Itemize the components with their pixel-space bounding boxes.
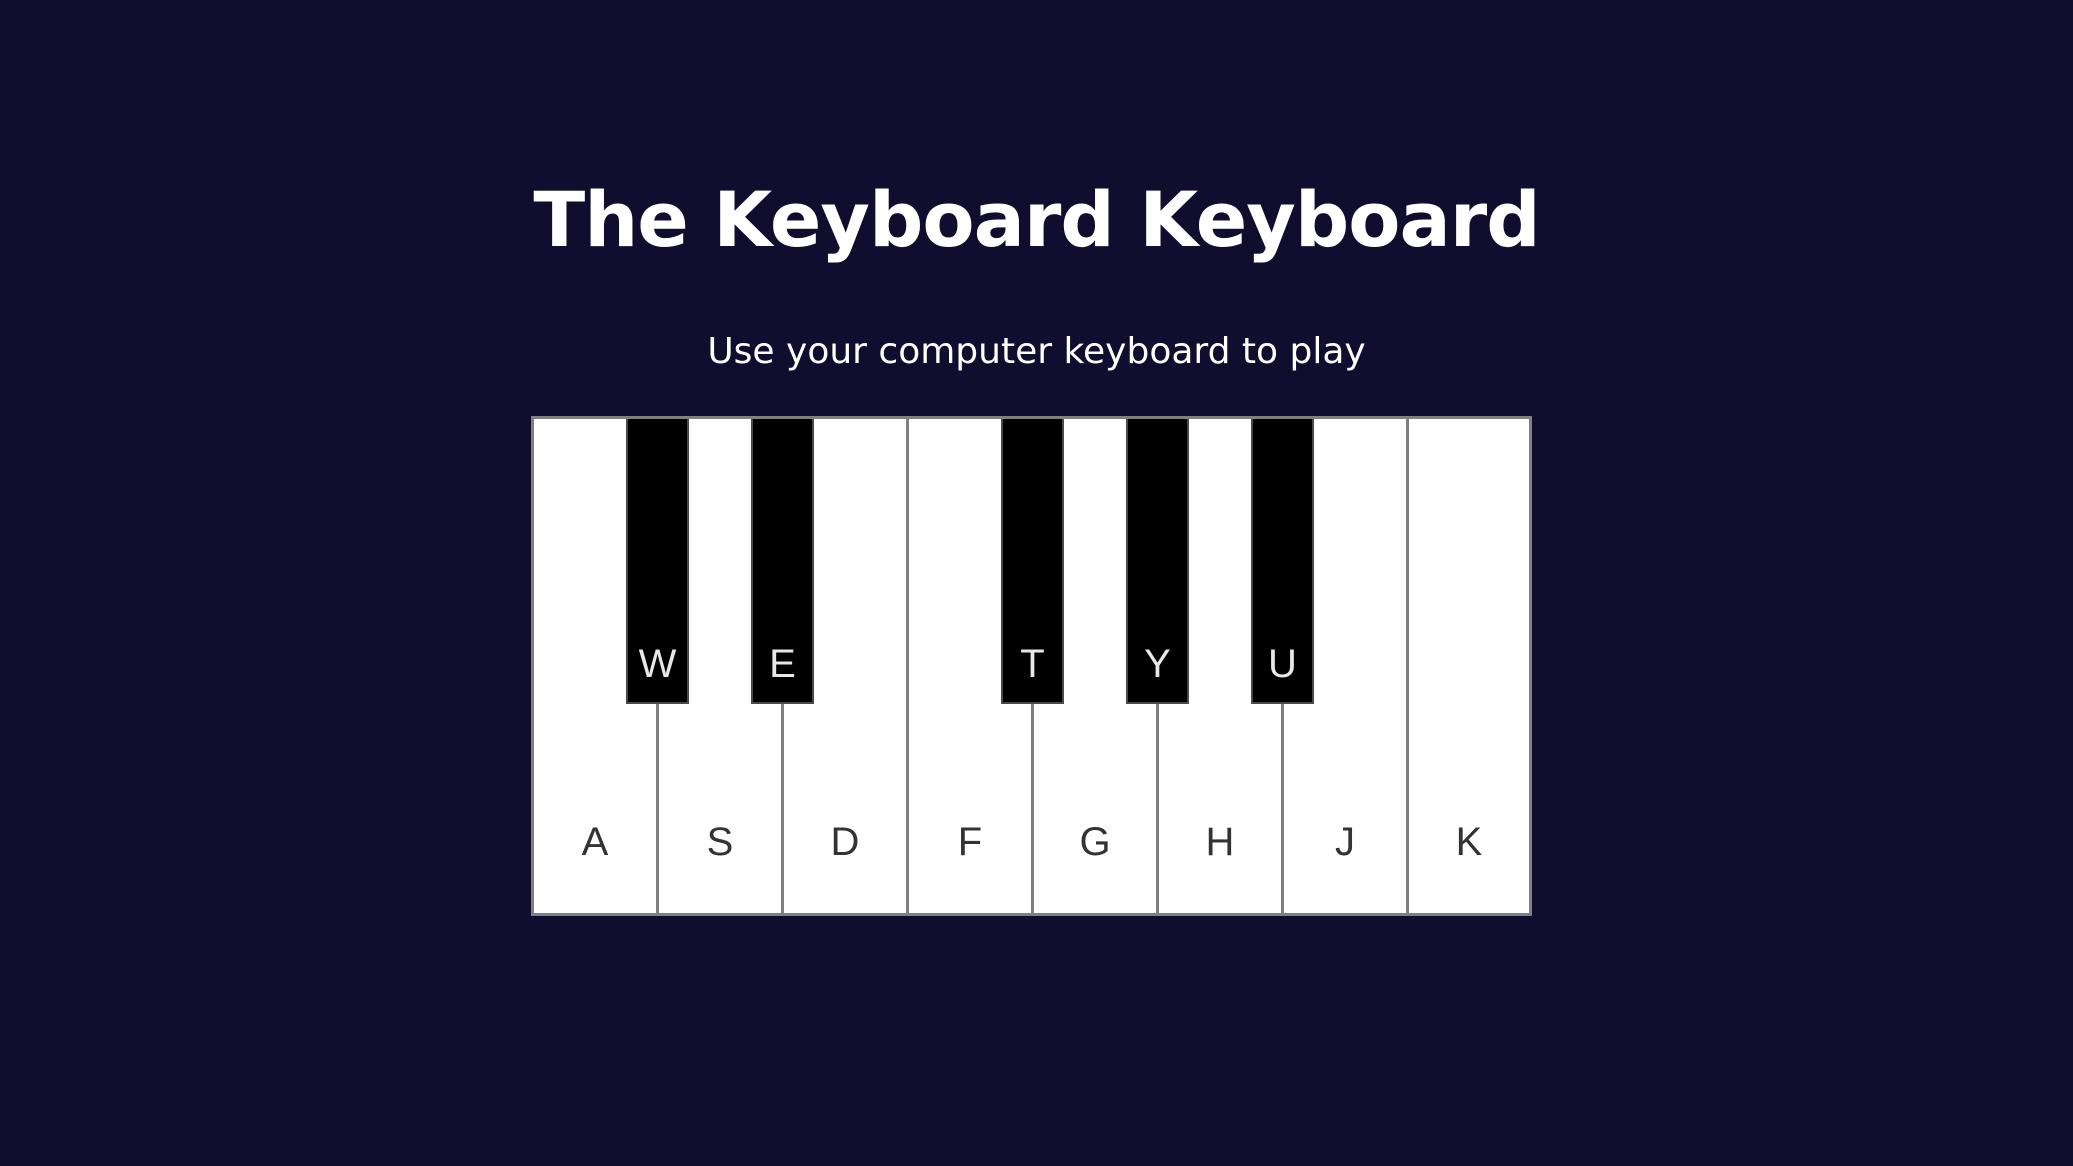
black-key-w[interactable]: W (626, 419, 689, 704)
black-key-e[interactable]: E (751, 419, 814, 704)
key-label-w: W (638, 642, 677, 686)
key-label-j: J (1335, 820, 1355, 864)
page-subtitle: Use your computer keyboard to play (707, 331, 1366, 372)
key-label-d: D (830, 820, 860, 864)
key-label-g: G (1079, 820, 1111, 864)
page-title: The Keyboard Keyboard (533, 175, 1540, 264)
key-label-e: E (769, 642, 796, 686)
black-key-u[interactable]: U (1251, 419, 1314, 704)
key-label-t: T (1020, 642, 1045, 686)
black-key-y[interactable]: Y (1126, 419, 1189, 704)
key-label-h: H (1205, 820, 1235, 864)
key-label-k: K (1455, 820, 1483, 864)
key-label-f: F (957, 820, 983, 864)
key-label-a: A (581, 820, 609, 864)
black-key-t[interactable]: T (1001, 419, 1064, 704)
piano-keyboard: A S D F G H J K W E T Y U (531, 416, 1532, 916)
white-key-k[interactable]: K (1409, 419, 1529, 913)
key-label-y: Y (1144, 642, 1171, 686)
key-label-s: S (706, 820, 734, 864)
key-label-u: U (1268, 642, 1297, 686)
